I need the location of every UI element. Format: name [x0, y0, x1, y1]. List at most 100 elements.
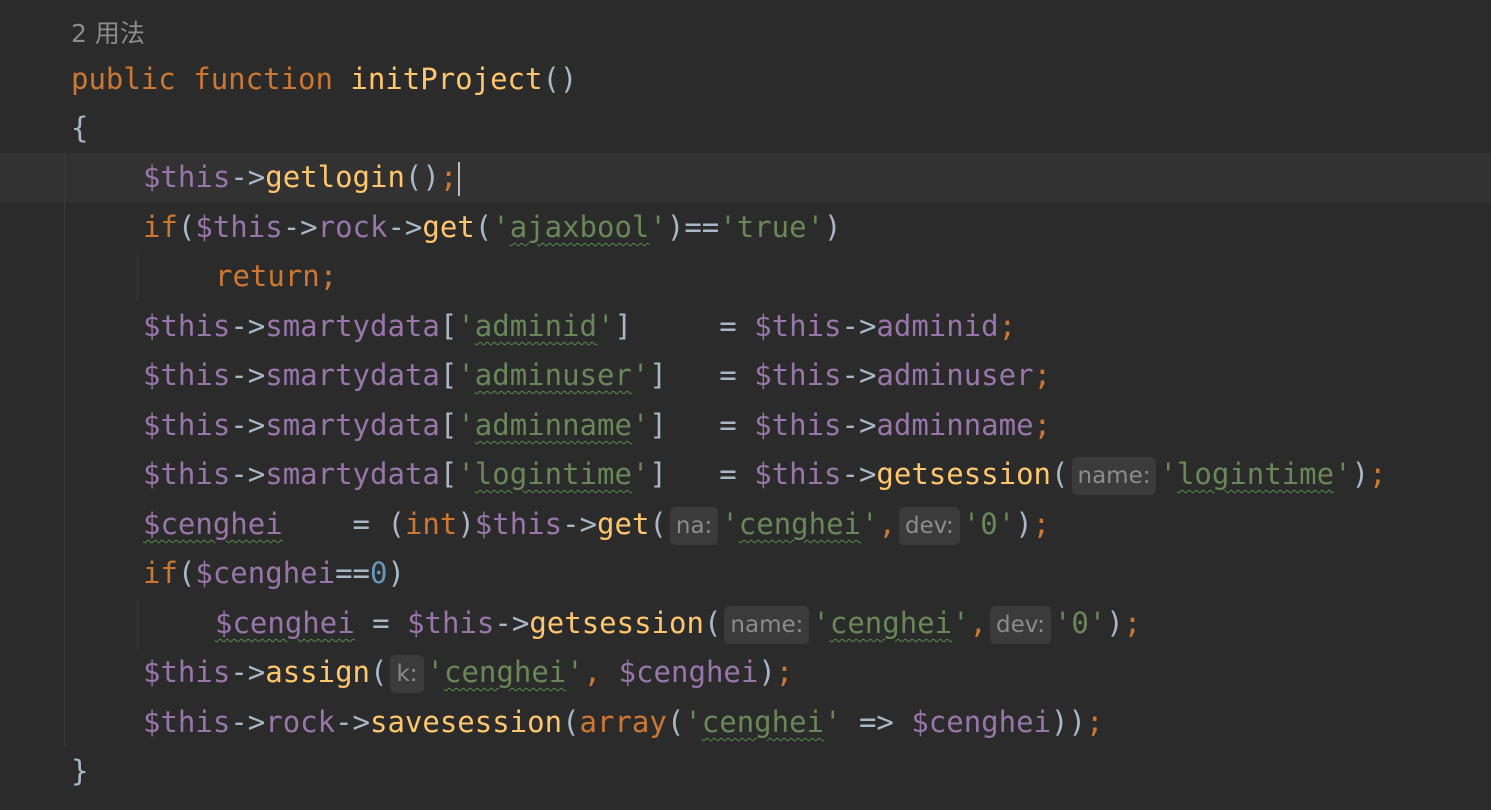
padding — [667, 408, 702, 442]
string-literal: 'true' — [719, 210, 825, 244]
semicolon: ; — [1032, 507, 1051, 541]
param-hint-dev: dev: — [990, 606, 1051, 644]
string-literal: adminuser — [474, 358, 632, 392]
variable: $this — [143, 309, 231, 343]
variable: $cenghei — [911, 705, 1052, 739]
padding — [283, 507, 353, 541]
quote: ' — [1159, 457, 1177, 491]
semicolon: ; — [1369, 457, 1387, 491]
variable: $cenghei — [618, 655, 759, 689]
comma: , — [878, 507, 896, 541]
method-name: getlogin — [265, 160, 405, 194]
arrow: -> — [230, 655, 266, 689]
variable: $this — [754, 358, 842, 392]
code-line-3[interactable]: $this->getlogin(); — [143, 153, 461, 203]
code-line-14[interactable]: $this->rock->savesession(array('cenghei'… — [143, 698, 1103, 748]
quote: ' — [1334, 457, 1352, 491]
arrow: -> — [841, 408, 877, 442]
semicolon: ; — [1085, 705, 1104, 739]
operator: = — [372, 606, 390, 640]
property: rock — [265, 705, 336, 739]
string-literal: cenghei — [444, 655, 567, 689]
bracket: ] — [614, 309, 632, 343]
variable: $cenghei — [143, 507, 283, 541]
variable: $this — [474, 507, 563, 541]
indent-guide-if-cenghei — [137, 600, 138, 649]
semicolon: ; — [1033, 408, 1052, 442]
code-line-6[interactable]: $this->smartydata['adminid'] = $this->ad… — [143, 302, 1016, 352]
quote: ' — [457, 309, 475, 343]
code-line-9[interactable]: $this->smartydata['logintime'] = $this->… — [143, 450, 1387, 500]
arrow: -> — [841, 358, 877, 392]
bracket: [ — [439, 358, 458, 392]
string-literal: logintime — [1176, 457, 1335, 491]
keyword-return: return — [215, 259, 320, 293]
paren: ) — [387, 556, 405, 590]
padding — [632, 309, 702, 343]
usages-hint[interactable]: 2 用法 — [71, 14, 145, 50]
property: smartydata — [265, 408, 440, 442]
code-line-10[interactable]: $cenghei = (int)$this->get(na:'cenghei',… — [143, 500, 1050, 550]
variable: $this — [143, 457, 231, 491]
variable: $cenghei — [195, 556, 336, 590]
paren: ( — [474, 210, 493, 244]
code-editor[interactable]: 2 用法 public function initProject() { $th… — [0, 0, 1491, 810]
paren: ( — [387, 507, 405, 541]
paren: ) — [1351, 457, 1370, 491]
padding — [667, 358, 702, 392]
string-literal: '0' — [962, 507, 1016, 541]
variable: $this — [195, 210, 283, 244]
semicolon: ; — [998, 309, 1017, 343]
code-line-15[interactable]: } — [71, 747, 88, 797]
quote: ' — [597, 309, 615, 343]
param-hint-k: k: — [390, 655, 424, 693]
paren: ( — [562, 705, 580, 739]
code-line-8[interactable]: $this->smartydata['adminname'] = $this->… — [143, 401, 1051, 451]
indent-guide-if-return — [137, 252, 138, 301]
variable: $this — [143, 705, 231, 739]
code-line-13[interactable]: $this->assign(k:'cenghei', $cenghei); — [143, 648, 793, 698]
bracket: ] — [649, 408, 667, 442]
quote: ' — [631, 358, 650, 392]
operator: = — [352, 507, 370, 541]
keyword-if: if — [143, 556, 178, 590]
variable: $this — [407, 606, 495, 640]
property: adminid — [876, 309, 999, 343]
arrow: -> — [494, 606, 530, 640]
arrow: -> — [335, 705, 370, 739]
paren: ) — [666, 210, 685, 244]
semicolon: ; — [1123, 606, 1142, 640]
code-line-12[interactable]: $cenghei = $this->getsession(name:'cengh… — [215, 599, 1141, 649]
method-name: get — [422, 210, 475, 244]
quote: ' — [721, 507, 739, 541]
variable: $this — [754, 408, 842, 442]
property: smartydata — [265, 457, 440, 491]
arrow: -> — [230, 160, 266, 194]
operator: = — [719, 408, 737, 442]
code-line-11[interactable]: if($cenghei==0) — [143, 549, 405, 599]
arrow: -> — [230, 309, 266, 343]
param-hint-name: name: — [1071, 457, 1157, 495]
close-brace: } — [71, 754, 89, 788]
operator: == — [335, 556, 370, 590]
arrow: -> — [562, 507, 598, 541]
paren: ( — [370, 655, 388, 689]
paren: ) — [1106, 606, 1124, 640]
code-line-1[interactable]: public function initProject() — [71, 55, 577, 105]
paren: ) — [758, 655, 776, 689]
quote: ' — [824, 705, 842, 739]
arrow: -> — [230, 408, 266, 442]
method-name: savesession — [370, 705, 563, 739]
property: adminname — [876, 408, 1034, 442]
operator: = — [719, 358, 737, 392]
code-line-7[interactable]: $this->smartydata['adminuser'] = $this->… — [143, 351, 1051, 401]
number-literal: 0 — [370, 556, 388, 590]
code-line-2[interactable]: { — [71, 104, 88, 154]
property: smartydata — [265, 309, 440, 343]
keyword-public: public — [71, 62, 176, 96]
quote: ' — [861, 507, 879, 541]
code-line-4[interactable]: if($this->rock->get('ajaxbool')=='true') — [143, 203, 842, 253]
double-arrow: => — [858, 705, 894, 739]
code-line-5[interactable]: return; — [215, 252, 337, 302]
quote: ' — [649, 210, 667, 244]
